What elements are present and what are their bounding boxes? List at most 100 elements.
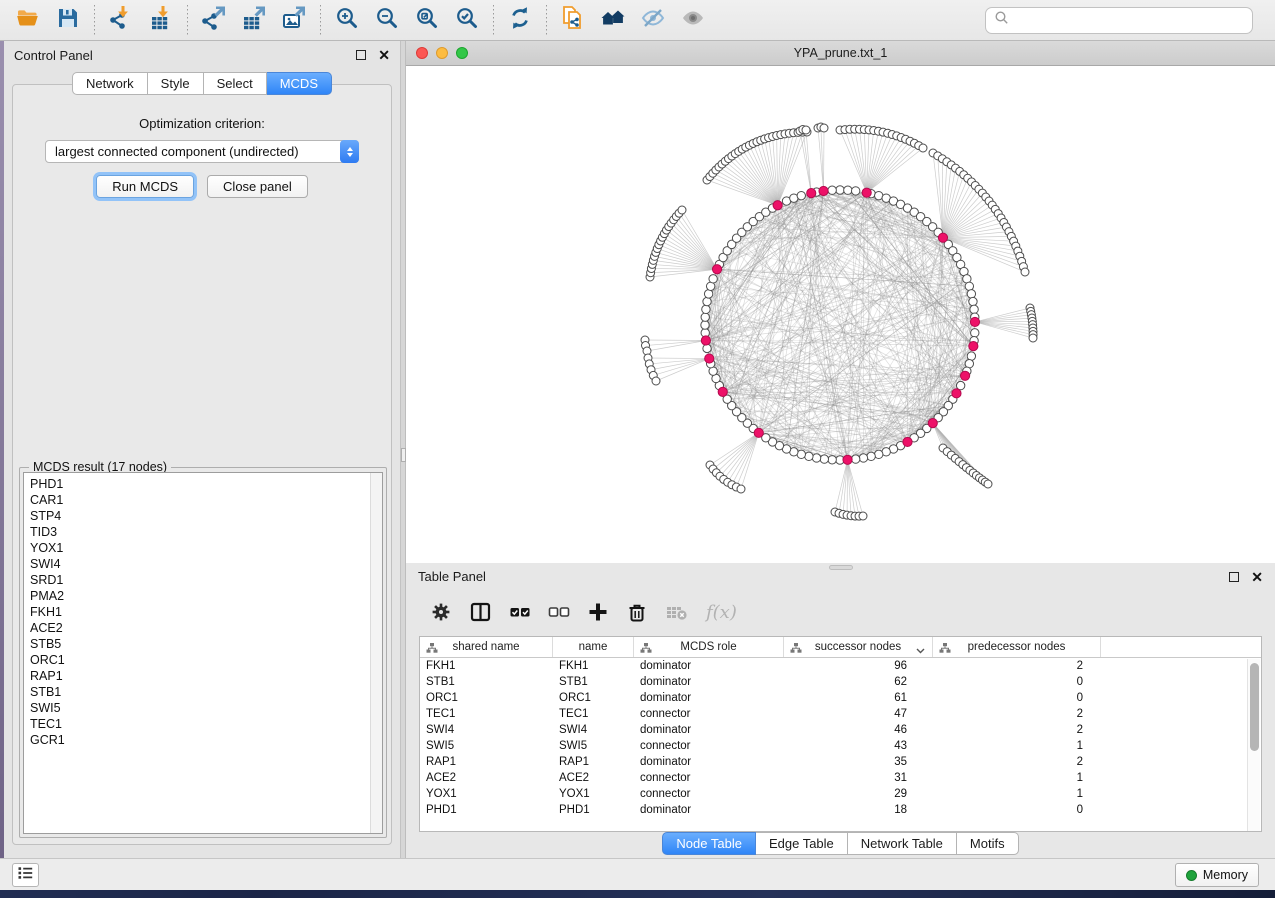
add-row-plus-icon[interactable] bbox=[587, 601, 609, 623]
table-row[interactable]: TEC1TEC1connector472 bbox=[420, 706, 1261, 722]
table-cell[interactable]: 47 bbox=[784, 708, 933, 720]
table-cell[interactable]: TEC1 bbox=[420, 708, 553, 720]
table-cell[interactable]: 61 bbox=[784, 692, 933, 704]
table-cell[interactable]: SWI5 bbox=[420, 740, 553, 752]
export-image-button[interactable] bbox=[277, 4, 311, 36]
close-table-panel-icon[interactable]: ✕ bbox=[1251, 572, 1263, 582]
table-cell[interactable]: 1 bbox=[933, 740, 1101, 752]
table-scrollbar-thumb[interactable] bbox=[1250, 663, 1259, 751]
zoom-fit-button[interactable] bbox=[410, 4, 444, 36]
zoom-out-button[interactable] bbox=[370, 4, 404, 36]
table-cell[interactable]: ORC1 bbox=[420, 692, 553, 704]
table-cell[interactable]: connector bbox=[634, 708, 784, 720]
export-network-button[interactable] bbox=[197, 4, 231, 36]
tab-mcds[interactable]: MCDS bbox=[267, 72, 332, 95]
table-row[interactable]: ORC1ORC1dominator610 bbox=[420, 690, 1261, 706]
table-row[interactable]: YOX1YOX1connector291 bbox=[420, 786, 1261, 802]
table-row[interactable]: ACE2ACE2connector311 bbox=[420, 770, 1261, 786]
memory-button[interactable]: Memory bbox=[1175, 863, 1259, 887]
table-cell[interactable]: 29 bbox=[784, 788, 933, 800]
refresh-button[interactable] bbox=[503, 4, 537, 36]
panel-resize-grip[interactable] bbox=[829, 565, 853, 570]
hide-selected-button[interactable] bbox=[636, 4, 670, 36]
float-panel-icon[interactable] bbox=[356, 50, 366, 60]
table-cell[interactable]: STB1 bbox=[553, 676, 634, 688]
table-cell[interactable]: 2 bbox=[933, 756, 1101, 768]
table-cell[interactable]: FKH1 bbox=[420, 660, 553, 672]
table-cell[interactable]: RAP1 bbox=[553, 756, 634, 768]
mcds-result-item[interactable]: YOX1 bbox=[30, 540, 382, 556]
column-header-successor-nodes[interactable]: successor nodes bbox=[784, 637, 933, 657]
table-cell[interactable]: 0 bbox=[933, 676, 1101, 688]
table-cell[interactable]: YOX1 bbox=[553, 788, 634, 800]
tab-motifs[interactable]: Motifs bbox=[957, 832, 1019, 855]
table-cell[interactable]: dominator bbox=[634, 724, 784, 736]
run-mcds-button[interactable]: Run MCDS bbox=[96, 175, 194, 198]
mcds-result-list[interactable]: PHD1CAR1STP4TID3YOX1SWI4SRD1PMA2FKH1ACE2… bbox=[23, 472, 383, 834]
float-table-panel-icon[interactable] bbox=[1229, 572, 1239, 582]
table-cell[interactable]: RAP1 bbox=[420, 756, 553, 768]
network-titlebar[interactable]: YPA_prune.txt_1 bbox=[406, 41, 1275, 66]
optimization-criterion-select[interactable]: largest connected component (undirected) bbox=[45, 140, 359, 163]
table-row[interactable]: PHD1PHD1dominator180 bbox=[420, 802, 1261, 818]
table-cell[interactable]: PHD1 bbox=[420, 804, 553, 816]
table-cell[interactable]: dominator bbox=[634, 660, 784, 672]
mcds-result-item[interactable]: GCR1 bbox=[30, 732, 382, 748]
select-all-icon[interactable] bbox=[509, 601, 531, 623]
table-row[interactable]: STB1STB1dominator620 bbox=[420, 674, 1261, 690]
save-session-button[interactable] bbox=[51, 4, 85, 36]
table-cell[interactable]: connector bbox=[634, 772, 784, 784]
table-cell[interactable]: 96 bbox=[784, 660, 933, 672]
table-settings-gear-icon[interactable] bbox=[430, 601, 452, 623]
delete-row-trash-icon[interactable] bbox=[626, 601, 648, 623]
mcds-result-item[interactable]: PHD1 bbox=[30, 476, 382, 492]
open-session-button[interactable] bbox=[11, 4, 45, 36]
table-cell[interactable]: 18 bbox=[784, 804, 933, 816]
table-cell[interactable]: ACE2 bbox=[553, 772, 634, 784]
close-panel-icon[interactable]: ✕ bbox=[378, 50, 390, 60]
tab-network[interactable]: Network bbox=[72, 72, 148, 95]
show-all-button[interactable] bbox=[676, 4, 710, 36]
mcds-result-item[interactable]: STB5 bbox=[30, 636, 382, 652]
mcds-result-item[interactable]: PMA2 bbox=[30, 588, 382, 604]
mcds-result-item[interactable]: RAP1 bbox=[30, 668, 382, 684]
close-panel-button[interactable]: Close panel bbox=[207, 175, 308, 198]
search-input[interactable] bbox=[1010, 13, 1252, 28]
table-cell[interactable]: TEC1 bbox=[553, 708, 634, 720]
search-field[interactable] bbox=[985, 7, 1253, 34]
zoom-in-button[interactable] bbox=[330, 4, 364, 36]
mcds-result-item[interactable]: STP4 bbox=[30, 508, 382, 524]
table-row[interactable]: RAP1RAP1dominator352 bbox=[420, 754, 1261, 770]
table-cell[interactable]: YOX1 bbox=[420, 788, 553, 800]
tab-style[interactable]: Style bbox=[148, 72, 204, 95]
table-cell[interactable]: dominator bbox=[634, 676, 784, 688]
table-cell[interactable]: FKH1 bbox=[553, 660, 634, 672]
column-header-MCDS-role[interactable]: MCDS role bbox=[634, 637, 784, 657]
import-table-button[interactable] bbox=[144, 4, 178, 36]
show-columns-icon[interactable] bbox=[469, 601, 492, 623]
zoom-selected-button[interactable] bbox=[450, 4, 484, 36]
column-header-name[interactable]: name bbox=[553, 637, 634, 657]
table-row[interactable]: FKH1FKH1dominator962 bbox=[420, 658, 1261, 674]
export-table-button[interactable] bbox=[237, 4, 271, 36]
column-header-shared-name[interactable]: shared name bbox=[420, 637, 553, 657]
table-cell[interactable]: 1 bbox=[933, 788, 1101, 800]
mcds-result-item[interactable]: ORC1 bbox=[30, 652, 382, 668]
mcds-result-item[interactable]: TEC1 bbox=[30, 716, 382, 732]
table-cell[interactable]: SWI4 bbox=[553, 724, 634, 736]
mcds-result-item[interactable]: SWI4 bbox=[30, 556, 382, 572]
table-cell[interactable]: ORC1 bbox=[553, 692, 634, 704]
mcds-list-scrollbar[interactable] bbox=[370, 473, 382, 833]
table-cell[interactable]: 2 bbox=[933, 708, 1101, 720]
mcds-result-item[interactable]: ACE2 bbox=[30, 620, 382, 636]
new-network-from-selection-button[interactable] bbox=[556, 4, 590, 36]
table-cell[interactable]: SWI4 bbox=[420, 724, 553, 736]
mcds-result-item[interactable]: TID3 bbox=[30, 524, 382, 540]
tab-edge-table[interactable]: Edge Table bbox=[756, 832, 848, 855]
network-canvas[interactable] bbox=[406, 66, 1275, 563]
table-cell[interactable]: 1 bbox=[933, 772, 1101, 784]
table-cell[interactable]: SWI5 bbox=[553, 740, 634, 752]
column-header-predecessor-nodes[interactable]: predecessor nodes bbox=[933, 637, 1101, 657]
table-scrollbar[interactable] bbox=[1247, 659, 1260, 831]
table-row[interactable]: SWI5SWI5connector431 bbox=[420, 738, 1261, 754]
